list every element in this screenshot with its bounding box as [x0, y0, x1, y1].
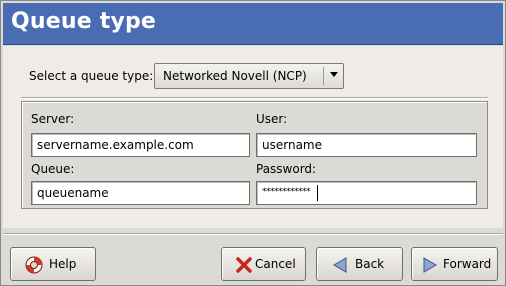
queue-type-dialog: Queue type Select a queue type: Networke…: [0, 0, 506, 286]
back-button-label: Back: [355, 257, 385, 271]
password-field[interactable]: ************: [256, 181, 477, 205]
cancel-button[interactable]: Cancel: [221, 247, 306, 281]
right-arrow-icon: [423, 257, 437, 273]
queue-field-value: queuename: [37, 186, 109, 200]
back-button[interactable]: Back: [316, 247, 403, 281]
forward-button[interactable]: Forward: [411, 247, 498, 281]
password-label: Password:: [256, 162, 317, 176]
connection-settings-frame: Server: servername.example.com User: use…: [21, 101, 488, 209]
password-field-value: ************: [262, 187, 311, 197]
left-arrow-icon: [333, 257, 347, 273]
page-title: Queue type: [11, 9, 157, 34]
cancel-button-label: Cancel: [255, 257, 296, 271]
server-field[interactable]: servername.example.com: [31, 133, 250, 157]
user-field[interactable]: username: [256, 133, 477, 157]
footer-divider: [3, 233, 503, 235]
queue-type-select[interactable]: Networked Novell (NCP): [154, 63, 344, 89]
lifebuoy-icon: [25, 256, 43, 274]
user-field-value: username: [262, 138, 322, 152]
server-label: Server:: [31, 112, 75, 126]
queue-type-selected-value: Networked Novell (NCP): [163, 69, 307, 83]
combo-divider: [323, 67, 324, 85]
header-banner: Queue type: [3, 3, 503, 45]
help-button-label: Help: [49, 257, 77, 271]
divider: [21, 97, 488, 99]
red-x-icon: [236, 257, 252, 273]
user-label: User:: [256, 112, 288, 126]
forward-button-label: Forward: [443, 257, 492, 271]
text-cursor: [317, 185, 318, 201]
queue-field[interactable]: queuename: [31, 181, 250, 205]
server-field-value: servername.example.com: [37, 138, 194, 152]
chevron-down-icon[interactable]: [330, 72, 338, 77]
help-button[interactable]: Help: [10, 247, 96, 281]
queue-label: Queue:: [31, 162, 75, 176]
queue-type-label: Select a queue type:: [29, 69, 154, 83]
